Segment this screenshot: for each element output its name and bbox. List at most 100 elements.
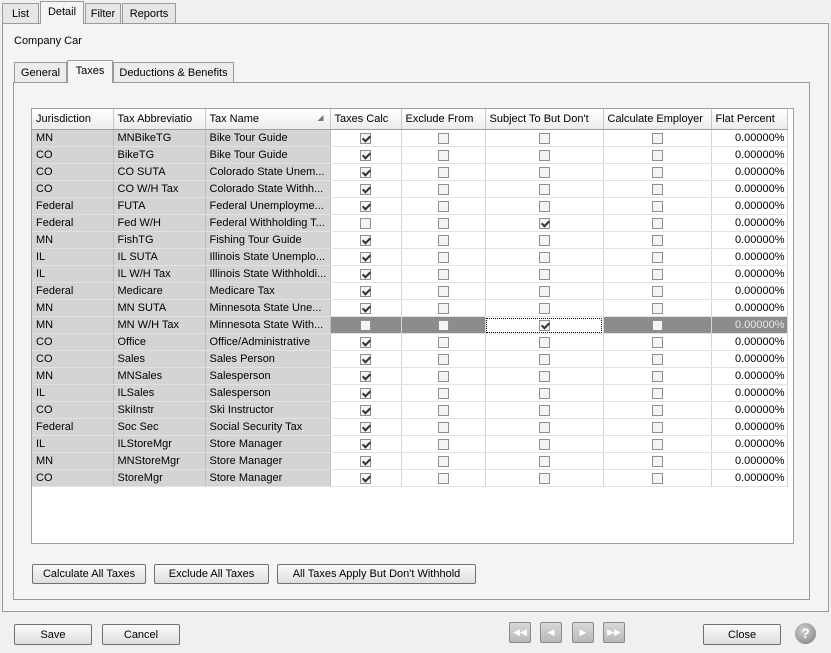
checkbox-taxes-calc[interactable]: [360, 387, 371, 399]
checkbox-subject-to[interactable]: [538, 132, 550, 144]
all-taxes-apply-no-withhold-button[interactable]: All Taxes Apply But Don't Withhold: [277, 564, 476, 584]
checkbox-exclude-from[interactable]: [437, 438, 449, 450]
checkbox-calculate-employer[interactable]: [651, 353, 663, 365]
checkbox-subject-to[interactable]: [538, 234, 550, 246]
checkbox-calculate-employer[interactable]: [651, 319, 663, 331]
checkbox-subject-to[interactable]: [538, 166, 550, 178]
checkbox-exclude-from[interactable]: [437, 336, 449, 348]
checkbox-taxes-calc[interactable]: [360, 370, 371, 382]
checkbox-calculate-employer[interactable]: [651, 421, 663, 433]
table-row[interactable]: IL ILStoreMgr Store Manager 0.00000%: [32, 435, 788, 453]
checkbox-subject-to[interactable]: [538, 353, 550, 365]
checkbox-calculate-employer[interactable]: [651, 455, 663, 467]
close-button[interactable]: Close: [703, 624, 781, 645]
first-record-icon[interactable]: ◀◀: [509, 622, 531, 643]
table-row[interactable]: MN FishTG Fishing Tour Guide 0.00000%: [32, 231, 788, 249]
checkbox-taxes-calc[interactable]: [360, 285, 371, 297]
checkbox-taxes-calc[interactable]: [360, 251, 371, 263]
column-header-tax-name[interactable]: Tax Name ◢: [205, 109, 331, 130]
checkbox-subject-to[interactable]: [538, 336, 550, 348]
save-button[interactable]: Save: [14, 624, 92, 645]
checkbox-taxes-calc[interactable]: [360, 217, 371, 229]
checkbox-exclude-from[interactable]: [437, 387, 449, 399]
checkbox-calculate-employer[interactable]: [651, 302, 663, 314]
checkbox-subject-to[interactable]: [538, 285, 550, 297]
cancel-button[interactable]: Cancel: [102, 624, 180, 645]
column-header-tax-abbreviation[interactable]: Tax Abbreviatio: [113, 109, 206, 130]
checkbox-subject-to[interactable]: [538, 217, 550, 229]
checkbox-subject-to[interactable]: [538, 472, 550, 484]
checkbox-calculate-employer[interactable]: [651, 404, 663, 416]
checkbox-exclude-from[interactable]: [437, 149, 449, 161]
checkbox-subject-to[interactable]: [538, 370, 550, 382]
checkbox-exclude-from[interactable]: [437, 268, 449, 280]
checkbox-exclude-from[interactable]: [437, 217, 449, 229]
checkbox-subject-to[interactable]: [538, 302, 550, 314]
table-row[interactable]: Federal Soc Sec Social Security Tax 0.00000…: [32, 418, 788, 436]
checkbox-calculate-employer[interactable]: [651, 183, 663, 195]
checkbox-exclude-from[interactable]: [437, 472, 449, 484]
checkbox-taxes-calc[interactable]: [360, 200, 371, 212]
tab-filter[interactable]: Filter: [85, 3, 121, 23]
checkbox-calculate-employer[interactable]: [651, 166, 663, 178]
checkbox-taxes-calc[interactable]: [360, 336, 371, 348]
checkbox-calculate-employer[interactable]: [651, 132, 663, 144]
table-row[interactable]: IL IL SUTA Illinois State Unemplo... 0.0000…: [32, 248, 788, 266]
checkbox-subject-to[interactable]: [538, 149, 550, 161]
checkbox-taxes-calc[interactable]: [360, 319, 371, 331]
table-row[interactable]: CO BikeTG Bike Tour Guide 0.00000%: [32, 146, 788, 164]
table-row[interactable]: Federal Fed W/H Federal Withholding T... 0.…: [32, 214, 788, 232]
checkbox-subject-to[interactable]: [538, 387, 550, 399]
checkbox-calculate-employer[interactable]: [651, 200, 663, 212]
checkbox-taxes-calc[interactable]: [360, 183, 371, 195]
checkbox-calculate-employer[interactable]: [651, 472, 663, 484]
checkbox-exclude-from[interactable]: [437, 234, 449, 246]
table-row[interactable]: CO Office Office/Administrative 0.00000%: [32, 333, 788, 351]
checkbox-taxes-calc[interactable]: [360, 234, 371, 246]
checkbox-exclude-from[interactable]: [437, 421, 449, 433]
tab-reports[interactable]: Reports: [122, 3, 176, 23]
checkbox-exclude-from[interactable]: [437, 370, 449, 382]
checkbox-subject-to[interactable]: [538, 404, 550, 416]
table-row[interactable]: CO CO W/H Tax Colorado State Withh... 0.000…: [32, 180, 788, 198]
checkbox-taxes-calc[interactable]: [360, 353, 371, 365]
checkbox-subject-to[interactable]: [538, 438, 550, 450]
question-mark-icon[interactable]: ?: [795, 623, 816, 644]
table-row[interactable]: CO CO SUTA Colorado State Unem... 0.00000%: [32, 163, 788, 181]
checkbox-exclude-from[interactable]: [437, 183, 449, 195]
checkbox-subject-to[interactable]: [538, 183, 550, 195]
checkbox-taxes-calc[interactable]: [360, 421, 371, 433]
calculate-all-taxes-button[interactable]: Calculate All Taxes: [32, 564, 146, 584]
table-row[interactable]: MN MNBikeTG Bike Tour Guide 0.00000%: [32, 129, 788, 147]
checkbox-exclude-from[interactable]: [437, 132, 449, 144]
checkbox-exclude-from[interactable]: [437, 404, 449, 416]
checkbox-taxes-calc[interactable]: [360, 438, 371, 450]
exclude-all-taxes-button[interactable]: Exclude All Taxes: [154, 564, 269, 584]
checkbox-calculate-employer[interactable]: [651, 285, 663, 297]
table-row[interactable]: MN MNSales Salesperson 0.00000%: [32, 367, 788, 385]
checkbox-subject-to[interactable]: [538, 421, 550, 433]
checkbox-calculate-employer[interactable]: [651, 234, 663, 246]
table-row[interactable]: CO SkiInstr Ski Instructor 0.00000%: [32, 401, 788, 419]
checkbox-calculate-employer[interactable]: [651, 268, 663, 280]
checkbox-subject-to[interactable]: [538, 455, 550, 467]
tab-general[interactable]: General: [14, 62, 67, 82]
table-row[interactable]: IL ILSales Salesperson 0.00000%: [32, 384, 788, 402]
column-header-flat-percent[interactable]: Flat Percent: [711, 109, 788, 130]
checkbox-calculate-employer[interactable]: [651, 149, 663, 161]
checkbox-exclude-from[interactable]: [437, 251, 449, 263]
next-record-icon[interactable]: ▶: [572, 622, 594, 643]
table-row[interactable]: MN MNStoreMgr Store Manager 0.00000%: [32, 452, 788, 470]
checkbox-taxes-calc[interactable]: [360, 132, 371, 144]
tab-list[interactable]: List: [2, 3, 39, 23]
checkbox-taxes-calc[interactable]: [360, 472, 371, 484]
column-header-calculate-employer[interactable]: Calculate Employer: [603, 109, 712, 130]
checkbox-taxes-calc[interactable]: [360, 455, 371, 467]
checkbox-calculate-employer[interactable]: [651, 336, 663, 348]
checkbox-taxes-calc[interactable]: [360, 404, 371, 416]
checkbox-taxes-calc[interactable]: [360, 302, 371, 314]
column-header-subject-to[interactable]: Subject To But Don't: [485, 109, 604, 130]
last-record-icon[interactable]: ▶▶: [603, 622, 625, 643]
checkbox-calculate-employer[interactable]: [651, 387, 663, 399]
taxes-grid[interactable]: Jurisdiction Tax Abbreviatio Tax Name ◢ T…: [31, 108, 794, 544]
